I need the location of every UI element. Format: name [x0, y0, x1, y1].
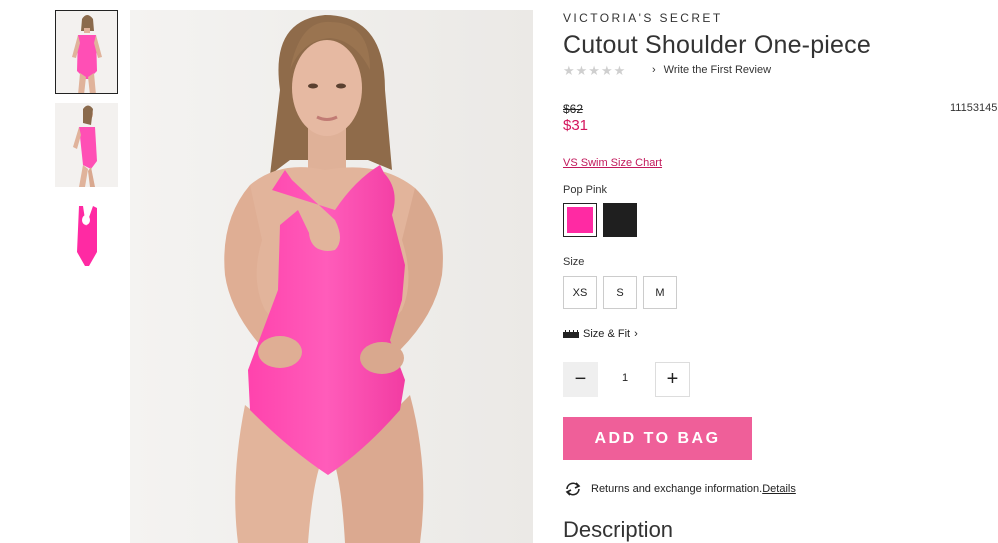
- swatch-pop-pink-fill: [567, 207, 593, 233]
- size-fit-link[interactable]: Size & Fit ›: [563, 328, 638, 340]
- exchange-icon: [565, 482, 581, 496]
- thumbnail-flat-image: [55, 196, 118, 280]
- main-product-image[interactable]: [130, 10, 533, 543]
- product-title: Cutout Shoulder One-piece: [563, 31, 871, 59]
- swatch-black-fill: [603, 203, 637, 237]
- thumbnail-front[interactable]: [55, 10, 118, 94]
- product-sku: 11153145: [950, 102, 998, 114]
- ruler-icon: [563, 330, 579, 338]
- returns-details-link[interactable]: Details: [762, 483, 796, 495]
- write-review-label: Write the First Review: [663, 64, 772, 76]
- size-chart-link[interactable]: VS Swim Size Chart: [563, 157, 662, 169]
- thumbnail-flat[interactable]: [55, 196, 118, 280]
- quantity-decrease-button[interactable]: −: [563, 362, 598, 397]
- size-xs-button[interactable]: XS: [563, 276, 597, 309]
- model-photo: [130, 10, 533, 543]
- chevron-right-icon: ›: [634, 328, 638, 340]
- thumbnail-side-image: [55, 103, 118, 187]
- selected-color-name: Pop Pink: [563, 184, 608, 196]
- swatch-black[interactable]: [603, 203, 637, 237]
- description-heading: Description: [563, 517, 674, 542]
- quantity-increase-button[interactable]: +: [655, 362, 690, 397]
- swatch-pop-pink[interactable]: [563, 203, 597, 237]
- sale-price: $31: [563, 117, 589, 134]
- quantity-value[interactable]: 1: [610, 372, 640, 384]
- thumbnail-front-image: [56, 11, 117, 93]
- chevron-right-icon: ›: [652, 64, 656, 76]
- returns-text: Returns and exchange information.: [591, 483, 763, 495]
- size-label: Size: [563, 256, 585, 268]
- size-m-button[interactable]: M: [643, 276, 677, 309]
- rating-stars: ★★★★★: [563, 63, 627, 78]
- write-review-link[interactable]: › Write the First Review: [652, 64, 771, 76]
- original-price: $62: [563, 102, 584, 116]
- size-fit-label: Size & Fit: [583, 328, 631, 340]
- add-to-bag-button[interactable]: ADD TO BAG: [563, 417, 752, 460]
- size-s-button[interactable]: S: [603, 276, 637, 309]
- returns-info: Returns and exchange information.Details: [563, 481, 796, 497]
- thumbnail-side[interactable]: [55, 103, 118, 187]
- brand-name: VICTORIA'S SECRET: [563, 11, 723, 25]
